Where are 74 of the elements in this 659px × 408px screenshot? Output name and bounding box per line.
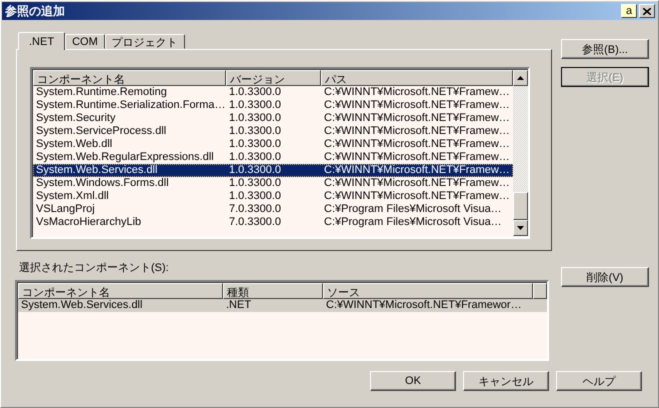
list-row[interactable]: System.Web.Services.dll .NET C:¥WINNT¥Microsoft.NET¥Framewor… xyxy=(18,299,547,312)
table-cell-text: System.Web.RegularExpressions.dll xyxy=(35,151,215,164)
table-cell-text: C:¥Program Files¥Microsoft Visua… xyxy=(323,216,503,229)
list-row[interactable]: VSLangProj 7.0.3300.0 C:¥Program Files¥Microsoft Visua… xyxy=(33,203,513,216)
table-cell-text: System.Web.Services.dll xyxy=(35,164,158,177)
table-cell-text: C:¥WINNT¥Microsoft.NET¥Framew… xyxy=(323,138,511,151)
table-cell-text: 7.0.3300.0 xyxy=(228,216,282,229)
table-cell-text: C:¥WINNT¥Microsoft.NET¥Framewor… xyxy=(325,299,523,312)
scroll-bar[interactable] xyxy=(513,70,528,236)
table-cell-text: System.Web.dll xyxy=(35,138,114,151)
table-cell-text: C:¥WINNT¥Microsoft.NET¥Framew… xyxy=(323,190,511,203)
table-cell-text: VsMacroHierarchyLib xyxy=(35,216,142,229)
list-row[interactable]: System.Web.dll 1.0.3300.0 C:¥WINNT¥Microsoft.NET¥Framew… xyxy=(33,138,513,151)
column-header[interactable]: バージョン xyxy=(226,70,321,86)
table-cell-text: C:¥WINNT¥Microsoft.NET¥Framew… xyxy=(323,164,511,177)
help-button[interactable]: ヘルプ xyxy=(556,371,642,391)
selected-component-list[interactable]: コンポーネント名 種類 ソース System.Web.Services.dll .NET C:¥WINNT¥Microsoft.NET¥Framewor… xyxy=(15,280,549,361)
list-row[interactable]: System.Xml.dll 1.0.3300.0 C:¥WINNT¥Microsoft.NET¥Framew… xyxy=(33,190,513,203)
close-button[interactable] xyxy=(639,4,655,18)
table-cell-text: .NET xyxy=(225,299,252,312)
column-header xyxy=(533,283,547,299)
column-header[interactable]: コンポーネント名 xyxy=(33,70,226,86)
table-cell-text: 1.0.3300.0 xyxy=(228,99,282,112)
list-row[interactable]: System.Web.RegularExpressions.dll 1.0.3300.0 C:¥WINNT¥Microsoft.NET¥Framew… xyxy=(33,151,513,164)
table-cell-text: 1.0.3300.0 xyxy=(228,112,282,125)
column-header[interactable]: ソース xyxy=(323,283,533,299)
table-cell-text: 1.0.3300.0 xyxy=(228,125,282,138)
tab[interactable]: .NET xyxy=(18,32,66,50)
list-row[interactable]: System.ServiceProcess.dll 1.0.3300.0 C:¥WINNT¥Microsoft.NET¥Framew… xyxy=(33,125,513,138)
tab[interactable]: プロジェクト xyxy=(104,34,185,49)
column-header[interactable]: 種類 xyxy=(223,283,323,299)
down-arrow-icon xyxy=(517,226,524,230)
list-row[interactable]: VsMacroHierarchyLib 7.0.3300.0 C:¥Program Files¥Microsoft Visua… xyxy=(33,216,513,229)
list-row[interactable]: System.Runtime.Serialization.Forma… 1.0.3300.0 C:¥WINNT¥Microsoft.NET¥Framew… xyxy=(33,99,513,112)
table-cell-text: 1.0.3300.0 xyxy=(228,138,282,151)
table-cell-text: C:¥WINNT¥Microsoft.NET¥Framew… xyxy=(323,86,511,99)
table-cell-text: System.Runtime.Remoting xyxy=(35,86,168,99)
close-icon xyxy=(643,8,651,14)
column-header[interactable]: パス xyxy=(321,70,513,86)
table-cell-text: C:¥WINNT¥Microsoft.NET¥Framew… xyxy=(323,125,511,138)
list-row[interactable]: System.Runtime.Remoting 1.0.3300.0 C:¥WINNT¥Microsoft.NET¥Framew… xyxy=(33,86,513,99)
table-cell-text: System.Xml.dll xyxy=(35,190,110,203)
table-cell-text: 1.0.3300.0 xyxy=(228,164,282,177)
table-cell-text: C:¥Program Files¥Microsoft Visua… xyxy=(323,203,503,216)
help-button[interactable]: a xyxy=(621,4,637,18)
table-cell-text: C:¥WINNT¥Microsoft.NET¥Framew… xyxy=(323,112,511,125)
browse-button[interactable]: 参照(B)... xyxy=(561,39,649,59)
selected-components-label: 選択されたコンポーネント(S): xyxy=(19,261,170,275)
list-row[interactable]: System.Security 1.0.3300.0 C:¥WINNT¥Microsoft.NET¥Framew… xyxy=(33,112,513,125)
scroll-thumb[interactable] xyxy=(513,192,528,220)
table-cell-text: 1.0.3300.0 xyxy=(228,177,282,190)
up-arrow-icon xyxy=(517,76,524,80)
table-cell-text: 1.0.3300.0 xyxy=(228,86,282,99)
table-cell-text: System.Windows.Forms.dll xyxy=(35,177,170,190)
table-cell-text: 1.0.3300.0 xyxy=(228,151,282,164)
cancel-button[interactable]: キャンセル xyxy=(463,371,549,391)
tab[interactable]: COM xyxy=(65,34,105,49)
table-cell-text: System.ServiceProcess.dll xyxy=(35,125,168,138)
component-list[interactable] xyxy=(30,67,530,239)
remove-button[interactable]: 削除(V) xyxy=(561,267,649,287)
table-cell-text: 1.0.3300.0 xyxy=(228,190,282,203)
table-cell-text: C:¥WINNT¥Microsoft.NET¥Framew… xyxy=(323,151,511,164)
ok-button[interactable]: OK xyxy=(370,371,456,391)
table-cell-text: C:¥WINNT¥Microsoft.NET¥Framew… xyxy=(323,99,511,112)
table-cell-text: System.Security xyxy=(35,112,116,125)
table-cell-text: 7.0.3300.0 xyxy=(228,203,282,216)
list-row[interactable]: System.Windows.Forms.dll 1.0.3300.0 C:¥WINNT¥Microsoft.NET¥Framew… xyxy=(33,177,513,190)
table-cell-text: C:¥WINNT¥Microsoft.NET¥Framew… xyxy=(323,177,511,190)
table-cell-text: VSLangProj xyxy=(35,203,96,216)
column-header[interactable]: コンポーネント名 xyxy=(18,283,223,299)
list-row[interactable]: System.Web.Services.dll 1.0.3300.0 C:¥WINNT¥Microsoft.NET¥Framew… xyxy=(33,164,513,177)
table-cell-text: System.Runtime.Serialization.Forma… xyxy=(35,99,226,112)
window-title: 参照の追加 xyxy=(5,2,65,20)
table-cell-text: System.Web.Services.dll xyxy=(20,299,144,312)
